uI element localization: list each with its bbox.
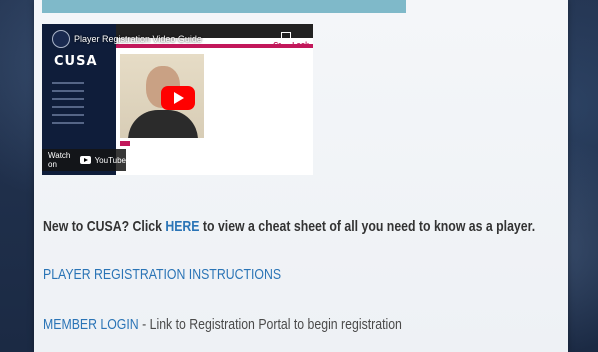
member-login-description: - Link to Registration Portal to begin r…	[138, 316, 402, 333]
line1-prefix: New to CUSA? Click	[43, 218, 166, 235]
instructions-line: PLAYER REGISTRATION INSTRUCTIONS	[43, 266, 281, 283]
sidebar-line	[52, 114, 84, 116]
watch-on-youtube-button[interactable]: Watch on YouTube	[42, 149, 126, 171]
sidebar-line	[52, 122, 84, 124]
player-registration-instructions-link[interactable]: PLAYER REGISTRATION INSTRUCTIONS	[43, 266, 281, 283]
content-panel: CUSA Crew Look Player Registration Video…	[34, 0, 568, 352]
sidebar-line	[52, 90, 84, 92]
teal-header-bar	[42, 0, 406, 13]
member-login-line: MEMBER LOGIN - Link to Registration Port…	[43, 316, 402, 333]
video-title[interactable]: Player Registration Video Guide	[74, 34, 202, 44]
cheat-sheet-link[interactable]: HERE	[165, 218, 199, 235]
embedded-video[interactable]: CUSA Crew Look Player Registration Video…	[42, 24, 313, 175]
video-overlay-text: Crew Look	[273, 42, 309, 49]
sidebar-line	[52, 106, 84, 108]
line1-suffix: to view a cheat sheet of all you need to…	[199, 218, 536, 235]
new-to-cusa-text: New to CUSA? Click HERE to view a cheat …	[43, 218, 535, 235]
youtube-icon	[80, 156, 91, 164]
presenter-shirt	[128, 110, 198, 138]
channel-avatar-icon[interactable]	[52, 30, 70, 48]
cusa-logo: CUSA	[54, 54, 98, 69]
sidebar-line	[52, 82, 84, 84]
member-login-link[interactable]: MEMBER LOGIN	[43, 316, 139, 333]
copy-icon[interactable]	[281, 32, 291, 44]
youtube-label: YouTube	[94, 155, 126, 165]
watch-on-label: Watch on	[48, 151, 71, 169]
video-app-button	[120, 141, 130, 146]
sidebar-line	[52, 98, 84, 100]
play-icon[interactable]	[161, 86, 195, 110]
